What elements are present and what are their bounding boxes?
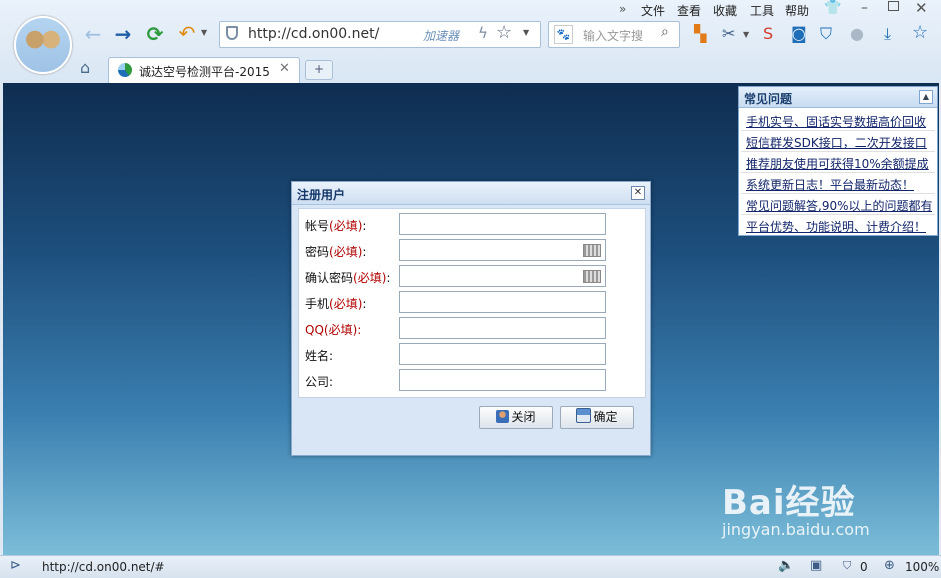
security-icon[interactable]: ⛉ xyxy=(820,24,832,44)
maximize-icon[interactable] xyxy=(888,1,899,11)
skin-icon[interactable]: 👕 xyxy=(824,0,841,16)
divider xyxy=(741,193,935,194)
download-icon[interactable]: ⤓ xyxy=(884,24,891,44)
company-input[interactable] xyxy=(399,369,606,391)
address-text[interactable]: http://cd.on00.net/ xyxy=(248,26,379,42)
divider xyxy=(741,130,935,131)
search-placeholder[interactable]: 输入文字搜 xyxy=(583,27,643,44)
collapse-icon[interactable]: ▲ xyxy=(919,90,933,104)
new-tab-button[interactable]: + xyxy=(305,60,333,80)
star-icon[interactable]: ☆ xyxy=(496,22,512,43)
tab-active[interactable]: 诚达空号检测平台-2015 ✕ xyxy=(108,57,300,83)
lightning-icon[interactable]: ϟ xyxy=(478,24,488,42)
briefcase-icon[interactable]: ▣ xyxy=(810,558,822,573)
faq-link[interactable]: 推荐朋友使用可获得10%余额提成 xyxy=(746,155,932,172)
adblock-count: 0 xyxy=(860,560,868,574)
register-dialog: 注册用户 ✕ 帐号(必填): 密码(必填): 确认密码(必填): 手机(必填):… xyxy=(291,181,651,456)
menu-help[interactable]: 帮助 xyxy=(785,2,809,19)
volume-icon[interactable]: 🔈 xyxy=(778,558,794,573)
close-window-icon[interactable]: ✕ xyxy=(915,0,928,17)
field-label: QQ(必填): xyxy=(305,323,362,337)
faq-header: 常见问题 ▲ xyxy=(739,87,937,108)
divider xyxy=(741,151,935,152)
watermark-site: jingyan.baidu.com xyxy=(722,520,870,539)
menu-tools[interactable]: 工具 xyxy=(750,2,774,19)
address-dropdown-icon[interactable]: ▼ xyxy=(523,28,529,37)
dialog-form: 帐号(必填): 密码(必填): 确认密码(必填): 手机(必填): QQ(必填)… xyxy=(298,208,646,398)
keyboard-icon[interactable] xyxy=(583,244,601,257)
faq-link[interactable]: 平台优势、功能说明、计费介绍！ xyxy=(746,218,932,235)
faq-panel: 常见问题 ▲ 手机实号、固话实号数据高价回收 短信群发SDK接口，二次开发接口 … xyxy=(738,86,938,236)
name-input[interactable] xyxy=(399,343,606,365)
qq-input[interactable] xyxy=(399,317,606,339)
password-input[interactable] xyxy=(399,239,606,261)
field-label: 确认密码(必填): xyxy=(305,271,391,285)
sidebar-toggle-icon[interactable]: ⊳ xyxy=(10,558,21,573)
address-bar[interactable]: http://cd.on00.net/ 加速器 ϟ ☆ ▼ xyxy=(219,21,541,48)
status-url: http://cd.on00.net/# xyxy=(42,560,165,574)
forward-icon[interactable]: → xyxy=(110,22,136,46)
search-box[interactable]: 🐾 输入文字搜 ⌕ xyxy=(548,21,680,48)
divider xyxy=(741,214,935,215)
minimize-icon[interactable]: – xyxy=(861,0,868,16)
accelerator-label[interactable]: 加速器 xyxy=(423,27,459,44)
field-label: 密码(必填): xyxy=(305,245,367,259)
browser-toolbar: ← → ⟳ ↶ ▼ http://cd.on00.net/ 加速器 ϟ ☆ ▼ … xyxy=(0,0,941,83)
faq-link[interactable]: 常见问题解答,90%以上的问题都有 xyxy=(746,197,932,214)
dialog-header[interactable]: 注册用户 ✕ xyxy=(292,182,650,205)
scissors-dropdown-icon[interactable]: ▼ xyxy=(743,30,749,39)
tab-close-icon[interactable]: ✕ xyxy=(279,61,290,76)
watermark-brand: Bai经验 xyxy=(722,483,856,523)
status-bar: ⊳ http://cd.on00.net/# 🔈 ▣ ⛉ 0 ⊕ 100% xyxy=(0,555,941,578)
faq-link[interactable]: 系统更新日志！平台最新动态！ xyxy=(746,176,932,193)
scissors-icon[interactable]: ✂ xyxy=(722,24,735,43)
more-icon[interactable]: » xyxy=(619,2,626,16)
phone-input[interactable] xyxy=(399,291,606,313)
field-label: 帐号(必填): xyxy=(305,219,367,233)
field-label: 公司: xyxy=(305,375,334,389)
cloud-note-icon[interactable]: ▚ xyxy=(694,24,706,43)
refresh-icon[interactable]: ⟳ xyxy=(142,22,168,46)
search-engine-icon[interactable]: 🐾 xyxy=(554,25,573,44)
field-label: 姓名: xyxy=(305,349,334,363)
home-icon[interactable]: ⌂ xyxy=(80,58,90,77)
undo-icon[interactable]: ↶ xyxy=(174,21,200,45)
back-icon[interactable]: ← xyxy=(80,22,106,46)
user-icon xyxy=(496,410,510,423)
faq-title: 常见问题 xyxy=(744,92,793,106)
confirm-password-input[interactable] xyxy=(399,265,606,287)
keyboard-icon[interactable] xyxy=(583,270,601,283)
search-tool-icon[interactable]: ◙ xyxy=(791,24,807,43)
adblock-icon[interactable]: ⛉ xyxy=(843,559,851,573)
site-logo-icon xyxy=(118,63,132,77)
dialog-title: 注册用户 xyxy=(297,188,346,202)
divider xyxy=(741,172,935,173)
baidu-watermark: Bai经验 jingyan.baidu.com xyxy=(722,475,870,539)
field-label: 手机(必填): xyxy=(305,297,367,311)
undo-dropdown-icon[interactable]: ▼ xyxy=(201,28,207,37)
user-avatar[interactable] xyxy=(14,16,72,74)
confirm-button[interactable]: 确定 xyxy=(560,406,634,429)
favorites-star-icon[interactable]: ☆ xyxy=(912,22,928,43)
zoom-level[interactable]: 100% xyxy=(905,560,939,574)
shield-icon xyxy=(226,26,238,40)
tab-title[interactable]: 诚达空号检测平台-2015 xyxy=(139,63,275,80)
more-tools-icon[interactable]: ● xyxy=(850,24,864,43)
faq-link[interactable]: 手机实号、固话实号数据高价回收 xyxy=(746,113,932,130)
app-s-icon[interactable]: S xyxy=(763,24,773,43)
zoom-icon[interactable]: ⊕ xyxy=(884,558,895,573)
menu-file[interactable]: 文件 xyxy=(641,2,665,19)
menu-view[interactable]: 查看 xyxy=(677,2,701,19)
faq-link[interactable]: 短信群发SDK接口，二次开发接口 xyxy=(746,134,932,151)
save-icon xyxy=(576,408,592,423)
dialog-close-icon[interactable]: ✕ xyxy=(631,186,645,200)
account-input[interactable] xyxy=(399,213,606,235)
search-icon[interactable]: ⌕ xyxy=(661,24,669,40)
close-button[interactable]: 关闭 xyxy=(479,406,553,429)
menu-favorites[interactable]: 收藏 xyxy=(713,2,737,19)
